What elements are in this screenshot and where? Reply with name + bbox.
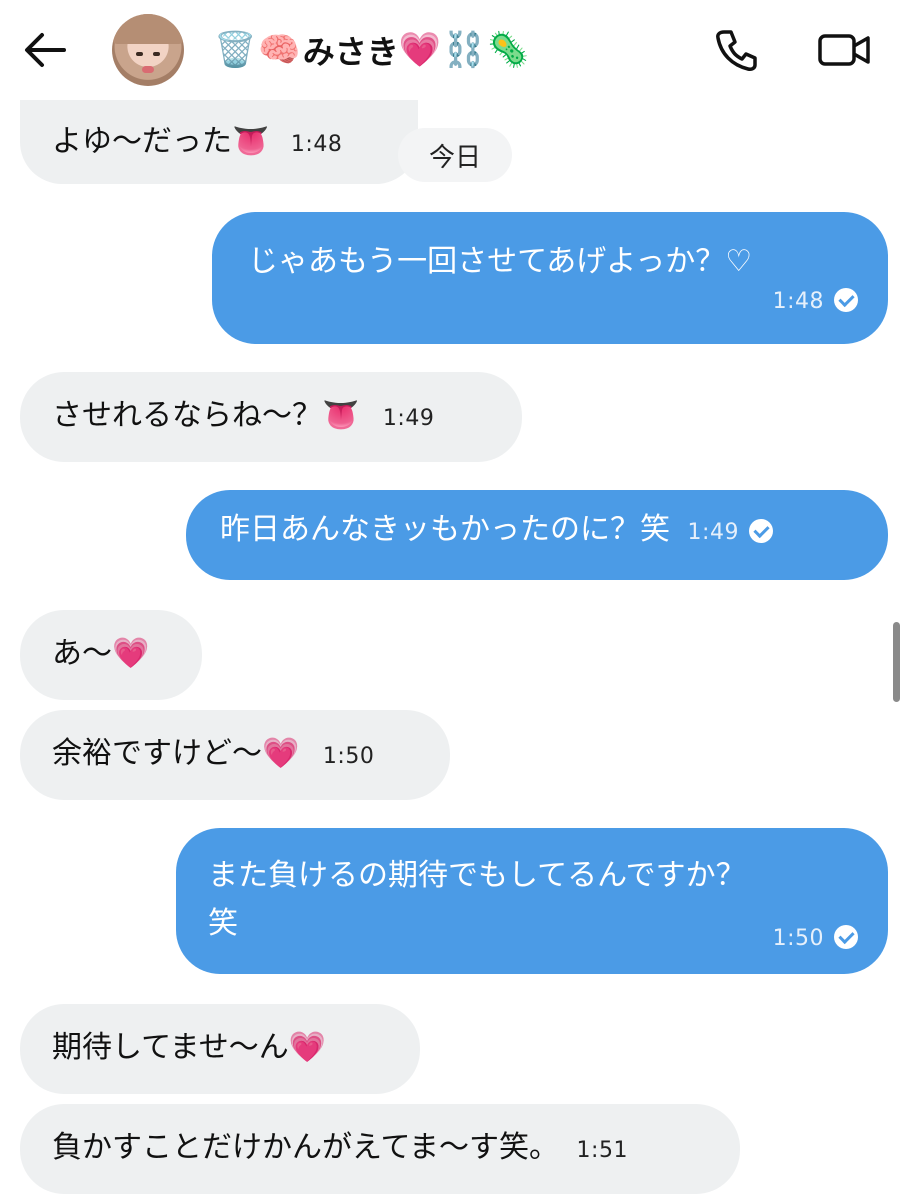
message-text: じゃあもう一回させてあげよっか？♡ <box>248 244 753 279</box>
message-text: 期待してませ～ん <box>52 1030 289 1065</box>
message-text: あ～ <box>52 636 112 671</box>
heart-emoji: 💗 <box>288 1030 327 1065</box>
message-outgoing[interactable]: また負けるの期待でもしてるんですか？ 笑 1:50 <box>176 828 888 974</box>
phone-icon <box>716 30 757 71</box>
heart-emoji: 💗 <box>398 30 442 70</box>
back-button[interactable] <box>20 28 70 72</box>
message-incoming[interactable]: させれるならね～？👅 1:49 <box>20 372 522 462</box>
message-text-line-2: 笑 <box>208 906 238 941</box>
microbe-emoji: 🦠 <box>487 30 530 70</box>
message-time: 1:50 <box>772 926 824 951</box>
check-circle-icon <box>748 518 773 543</box>
message-incoming[interactable]: 余裕ですけど～💗 1:50 <box>20 710 450 800</box>
tongue-emoji: 👅 <box>322 398 360 433</box>
tongue-emoji: 👅 <box>232 124 270 159</box>
message-time: 1:50 <box>322 744 375 769</box>
arrow-left-icon <box>25 33 66 67</box>
message-text: よゆ～だった <box>52 124 232 159</box>
contact-name-text: みさき <box>302 33 399 71</box>
message-time: 1:51 <box>576 1138 628 1163</box>
contact-name[interactable]: 🗑️ 🧠 みさき 💗 ⛓️ 🦠 <box>214 22 532 78</box>
message-time: 1:48 <box>290 132 343 157</box>
video-camera-icon <box>818 34 870 66</box>
video-call-button[interactable] <box>816 26 874 74</box>
message-text: 負かすことだけかんがえてま～す笑。 <box>52 1130 559 1165</box>
chain-emoji: ⛓️ <box>443 30 486 70</box>
check-circle-icon <box>834 924 858 949</box>
call-button[interactable] <box>712 26 760 74</box>
message-time: 1:48 <box>772 289 824 314</box>
message-time: 1:49 <box>382 406 435 431</box>
message-outgoing[interactable]: じゃあもう一回させてあげよっか？♡ 1:48 <box>212 212 888 344</box>
chat-header: 🗑️ 🧠 みさき 💗 ⛓️ 🦠 <box>0 0 908 100</box>
message-time: 1:49 <box>687 520 739 545</box>
message-text: 余裕ですけど～ <box>52 736 262 771</box>
scrollbar[interactable] <box>893 622 900 702</box>
message-incoming[interactable]: 負かすことだけかんがえてま～す笑。 1:51 <box>20 1104 740 1194</box>
wastebasket-emoji: 🗑️ <box>214 30 257 70</box>
message-outgoing[interactable]: 昨日あんなきッもかったのに？笑 1:49 <box>186 490 888 580</box>
heart-emoji: 💗 <box>112 636 150 671</box>
message-text: させれるならね～？ <box>52 398 322 433</box>
message-incoming[interactable]: あ～💗 <box>20 610 202 700</box>
message-incoming[interactable]: 期待してませ～ん💗 <box>20 1004 420 1094</box>
message-incoming[interactable]: よゆ～だった👅 1:48 <box>20 100 418 184</box>
heart-emoji: 💗 <box>262 736 300 771</box>
message-text-line-1: また負けるの期待でもしてるんですか？ <box>208 858 746 893</box>
brain-emoji: 🧠 <box>258 30 301 70</box>
date-separator: 今日 <box>398 128 512 182</box>
check-circle-icon <box>834 287 858 312</box>
avatar[interactable] <box>112 14 184 86</box>
message-text: 昨日あんなきッもかったのに？笑 <box>220 512 670 547</box>
